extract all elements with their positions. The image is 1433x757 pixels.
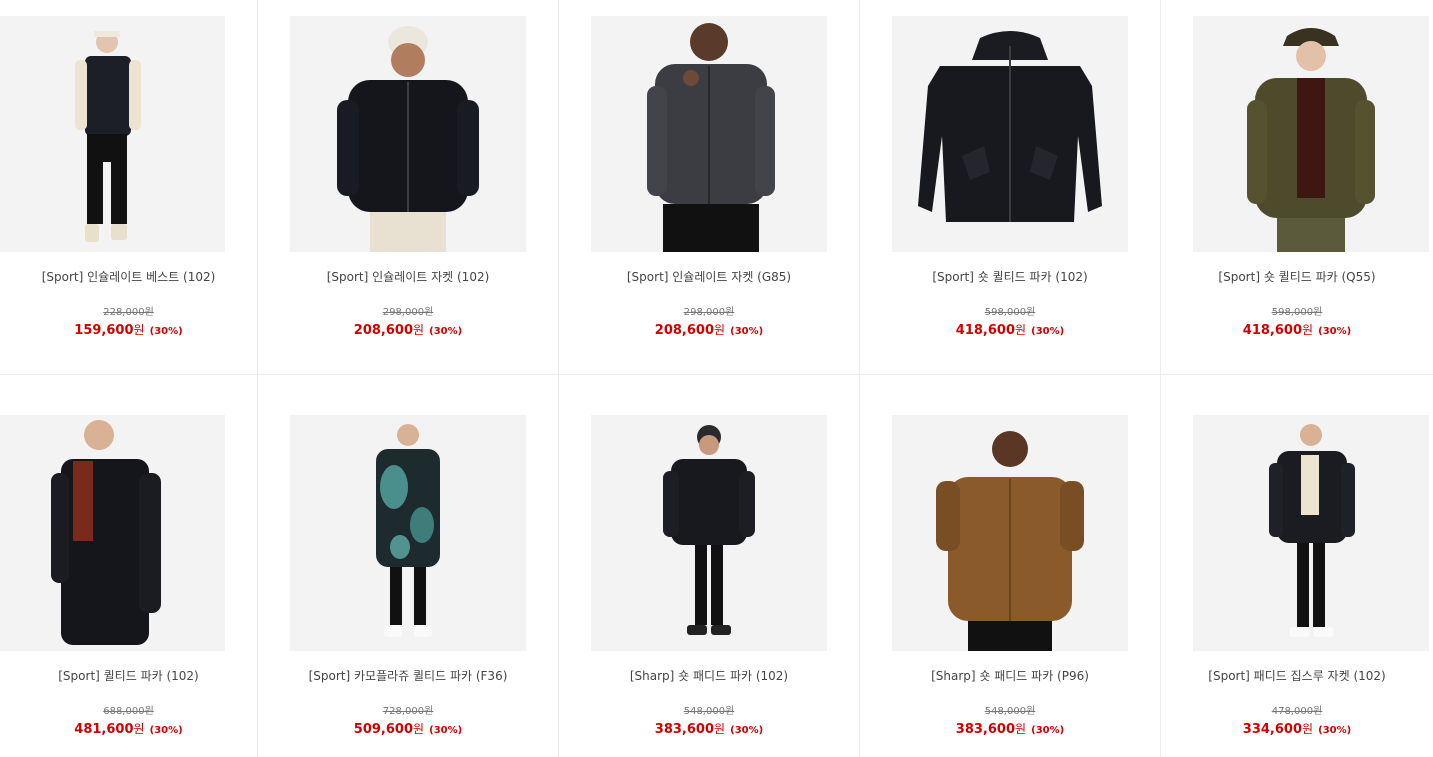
product-name[interactable]: [Sport] 인슐레이트 자켓 (G85) bbox=[559, 268, 859, 285]
sale-price-line: 509,600원 (30%) bbox=[258, 718, 558, 737]
discount-rate: (30%) bbox=[1318, 725, 1352, 736]
product-card[interactable]: [Sport] 인슐레이트 자켓 (G85) 298,000원 208,600원… bbox=[559, 0, 860, 375]
currency-label: 원 bbox=[1015, 722, 1027, 736]
sale-price-line: 208,600원 (30%) bbox=[258, 319, 558, 338]
product-name[interactable]: [Sport] 인슐레이트 자켓 (102) bbox=[258, 268, 558, 285]
product-image[interactable] bbox=[290, 415, 526, 651]
model-olive-parka-illustration bbox=[1193, 16, 1429, 252]
product-card[interactable]: [Sport] 인슐레이트 베스트 (102) 228,000원 159,600… bbox=[0, 0, 258, 375]
product-image[interactable] bbox=[1193, 16, 1429, 252]
currency-label: 원 bbox=[714, 323, 726, 337]
model-vest-illustration bbox=[0, 16, 225, 252]
sale-price: 208,600 bbox=[654, 323, 714, 338]
discount-rate: (30%) bbox=[429, 725, 463, 736]
currency-label: 원 bbox=[413, 722, 425, 736]
sale-price-line: 418,600원 (30%) bbox=[1161, 319, 1433, 338]
sale-price: 208,600 bbox=[353, 323, 413, 338]
model-grey-jacket-illustration bbox=[591, 16, 827, 252]
discount-rate: (30%) bbox=[429, 326, 463, 337]
currency-label: 원 bbox=[1302, 323, 1314, 337]
currency-label: 원 bbox=[413, 323, 425, 337]
sale-price: 481,600 bbox=[74, 722, 134, 737]
product-image[interactable] bbox=[290, 16, 526, 252]
original-price: 688,000원 bbox=[103, 706, 154, 717]
discount-rate: (30%) bbox=[1318, 326, 1352, 337]
original-price: 228,000원 bbox=[103, 307, 154, 318]
product-card[interactable]: [Sharp] 숏 패디드 파카 (102) 548,000원 383,600원… bbox=[559, 375, 860, 757]
product-name[interactable]: [Sport] 패디드 집스루 자켓 (102) bbox=[1161, 667, 1433, 684]
model-camo-parka-illustration bbox=[290, 415, 526, 651]
product-image[interactable] bbox=[0, 415, 225, 651]
product-name[interactable]: [Sport] 숏 퀼티드 파카 (Q55) bbox=[1161, 268, 1433, 285]
product-name[interactable]: [Sharp] 숏 패디드 파카 (102) bbox=[559, 667, 859, 684]
discount-rate: (30%) bbox=[730, 725, 764, 736]
product-name[interactable]: [Sharp] 숏 패디드 파카 (P96) bbox=[860, 667, 1160, 684]
product-name[interactable]: [Sport] 퀼티드 파카 (102) bbox=[0, 667, 257, 684]
sale-price-line: 383,600원 (30%) bbox=[860, 718, 1160, 737]
model-puffer-illustration bbox=[290, 16, 526, 252]
product-image[interactable] bbox=[892, 415, 1128, 651]
product-name[interactable]: [Sport] 카모플라쥬 퀼티드 파카 (F36) bbox=[258, 667, 558, 684]
model-long-parka-illustration bbox=[0, 415, 225, 651]
original-price: 298,000원 bbox=[683, 307, 735, 318]
sale-price: 334,600 bbox=[1242, 722, 1302, 737]
product-card[interactable]: [Sport] 퀼티드 파카 (102) 688,000원 481,600원 (… bbox=[0, 375, 258, 757]
sale-price: 418,600 bbox=[955, 323, 1015, 338]
currency-label: 원 bbox=[714, 722, 726, 736]
original-price: 598,000원 bbox=[984, 307, 1036, 318]
sale-price-line: 481,600원 (30%) bbox=[0, 718, 257, 737]
sale-price-line: 208,600원 (30%) bbox=[559, 319, 859, 338]
sale-price: 383,600 bbox=[654, 722, 714, 737]
sale-price-line: 159,600원 (30%) bbox=[0, 319, 257, 338]
product-card[interactable]: [Sharp] 숏 패디드 파카 (P96) 548,000원 383,600원… bbox=[860, 375, 1161, 757]
original-price: 728,000원 bbox=[382, 706, 434, 717]
original-price: 548,000원 bbox=[683, 706, 735, 717]
product-grid: [Sport] 인슐레이트 베스트 (102) 228,000원 159,600… bbox=[0, 0, 1433, 757]
product-name[interactable]: [Sport] 숏 퀼티드 파카 (102) bbox=[860, 268, 1160, 285]
product-image[interactable] bbox=[591, 415, 827, 651]
original-price: 548,000원 bbox=[984, 706, 1036, 717]
discount-rate: (30%) bbox=[149, 725, 183, 736]
parka-flatlay-illustration bbox=[892, 16, 1128, 252]
product-image[interactable] bbox=[1193, 415, 1429, 651]
product-card[interactable]: [Sport] 인슐레이트 자켓 (102) 298,000원 208,600원… bbox=[258, 0, 559, 375]
discount-rate: (30%) bbox=[149, 326, 183, 337]
product-card[interactable]: [Sport] 숏 퀼티드 파카 (Q55) 598,000원 418,600원… bbox=[1161, 0, 1433, 375]
product-image[interactable] bbox=[892, 16, 1128, 252]
product-card[interactable]: [Sport] 숏 퀼티드 파카 (102) 598,000원 418,600원… bbox=[860, 0, 1161, 375]
product-image[interactable] bbox=[591, 16, 827, 252]
original-price: 298,000원 bbox=[382, 307, 434, 318]
product-image[interactable] bbox=[0, 16, 225, 252]
original-price: 598,000원 bbox=[1271, 307, 1323, 318]
model-brown-parka-illustration bbox=[892, 415, 1128, 651]
model-short-parka-illustration bbox=[591, 415, 827, 651]
discount-rate: (30%) bbox=[1031, 326, 1065, 337]
sale-price-line: 383,600원 (30%) bbox=[559, 718, 859, 737]
sale-price-line: 418,600원 (30%) bbox=[860, 319, 1160, 338]
sale-price-line: 334,600원 (30%) bbox=[1161, 718, 1433, 737]
sale-price: 159,600 bbox=[74, 323, 134, 338]
sale-price: 418,600 bbox=[1242, 323, 1302, 338]
product-card[interactable]: [Sport] 카모플라쥬 퀼티드 파카 (F36) 728,000원 509,… bbox=[258, 375, 559, 757]
original-price: 478,000원 bbox=[1271, 706, 1323, 717]
model-zip-jacket-illustration bbox=[1193, 415, 1429, 651]
sale-price: 383,600 bbox=[955, 722, 1015, 737]
product-name[interactable]: [Sport] 인슐레이트 베스트 (102) bbox=[0, 268, 257, 285]
currency-label: 원 bbox=[1302, 722, 1314, 736]
discount-rate: (30%) bbox=[1031, 725, 1065, 736]
currency-label: 원 bbox=[133, 722, 145, 736]
discount-rate: (30%) bbox=[730, 326, 764, 337]
product-card[interactable]: [Sport] 패디드 집스루 자켓 (102) 478,000원 334,60… bbox=[1161, 375, 1433, 757]
currency-label: 원 bbox=[1015, 323, 1027, 337]
sale-price: 509,600 bbox=[353, 722, 413, 737]
currency-label: 원 bbox=[133, 323, 145, 337]
